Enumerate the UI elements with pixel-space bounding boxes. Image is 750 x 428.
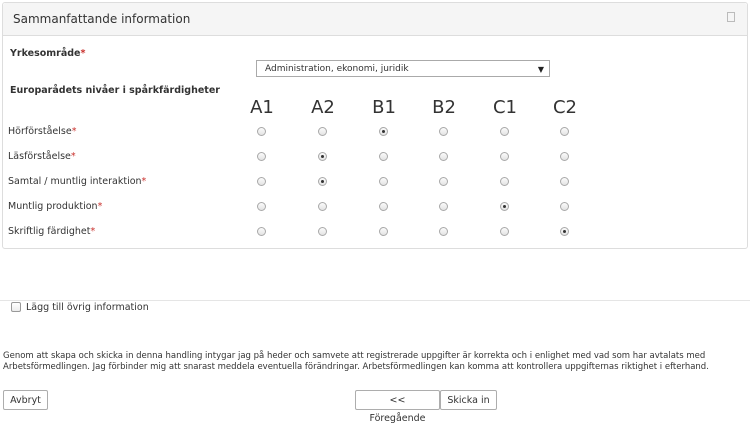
radio-c2[interactable] xyxy=(560,227,569,236)
occupation-label: Yrkesområde* xyxy=(10,48,85,59)
radio-b1[interactable] xyxy=(379,202,388,211)
radio-b2[interactable] xyxy=(439,152,448,161)
required-mark: * xyxy=(141,176,147,187)
language-section-label: Europarådets nivåer i spårkfärdigheter xyxy=(10,85,220,96)
level-header-c1: C1 xyxy=(492,97,518,118)
skill-row-label-text: Läsförståelse xyxy=(8,151,71,162)
skill-row-label-text: Samtal / muntlig interaktion xyxy=(8,176,142,187)
radio-c1[interactable] xyxy=(500,202,509,211)
collapse-icon[interactable] xyxy=(727,12,735,22)
radio-a2[interactable] xyxy=(318,127,327,136)
required-mark: * xyxy=(70,151,76,162)
cancel-button[interactable]: Avbryt xyxy=(3,390,48,410)
radio-c2[interactable] xyxy=(560,127,569,136)
extra-info-checkbox[interactable] xyxy=(11,302,21,312)
skill-row-label: Hörförståelse* xyxy=(8,126,76,137)
level-header-a1: A1 xyxy=(250,97,274,118)
skill-row-label: Muntlig produktion* xyxy=(8,201,102,212)
required-mark: * xyxy=(80,48,86,59)
radio-b2[interactable] xyxy=(439,227,448,236)
radio-c1[interactable] xyxy=(500,177,509,186)
radio-b1[interactable] xyxy=(379,177,388,186)
level-header-a2: A2 xyxy=(311,97,335,118)
radio-c1[interactable] xyxy=(500,152,509,161)
radio-b1[interactable] xyxy=(379,127,388,136)
occupation-label-text: Yrkesområde xyxy=(10,48,81,59)
radio-b1[interactable] xyxy=(379,152,388,161)
radio-c2[interactable] xyxy=(560,177,569,186)
required-mark: * xyxy=(97,201,103,212)
radio-b2[interactable] xyxy=(439,177,448,186)
panel-heading: Sammanfattande information xyxy=(3,3,747,36)
radio-b2[interactable] xyxy=(439,127,448,136)
previous-button[interactable]: << Föregående xyxy=(355,390,440,424)
level-header-b1: B1 xyxy=(372,97,396,118)
skill-row-label: Läsförståelse* xyxy=(8,151,76,162)
occupation-select-value: Administration, ekonomi, juridik xyxy=(265,64,409,74)
radio-c1[interactable] xyxy=(500,227,509,236)
radio-a1[interactable] xyxy=(257,227,266,236)
level-header-b2: B2 xyxy=(432,97,456,118)
disclaimer-text: Genom att skapa och skicka in denna hand… xyxy=(3,351,709,372)
skill-row-label-text: Muntlig produktion xyxy=(8,201,98,212)
dropdown-arrow-icon: ▼ xyxy=(537,65,544,74)
required-mark: * xyxy=(71,126,77,137)
radio-a1[interactable] xyxy=(257,202,266,211)
radio-c1[interactable] xyxy=(500,127,509,136)
radio-a2[interactable] xyxy=(318,152,327,161)
summary-panel: Sammanfattande information xyxy=(2,2,748,249)
radio-a1[interactable] xyxy=(257,152,266,161)
skill-row-label-text: Hörförståelse xyxy=(8,126,72,137)
extra-info-label: Lägg till övrig information xyxy=(26,302,149,313)
radio-b2[interactable] xyxy=(439,202,448,211)
radio-a1[interactable] xyxy=(257,127,266,136)
required-mark: * xyxy=(90,226,96,237)
radio-a2[interactable] xyxy=(318,227,327,236)
submit-button[interactable]: Skicka in xyxy=(440,390,497,410)
level-header-c2: C2 xyxy=(552,97,578,118)
radio-c2[interactable] xyxy=(560,202,569,211)
radio-a1[interactable] xyxy=(257,177,266,186)
radio-c2[interactable] xyxy=(560,152,569,161)
occupation-select[interactable]: Administration, ekonomi, juridik ▼ xyxy=(256,60,550,77)
divider xyxy=(0,300,750,301)
skill-row-label: Samtal / muntlig interaktion* xyxy=(8,176,146,187)
panel-title: Sammanfattande information xyxy=(13,12,191,26)
radio-a2[interactable] xyxy=(318,177,327,186)
skill-row-label: Skriftlig färdighet* xyxy=(8,226,95,237)
radio-b1[interactable] xyxy=(379,227,388,236)
radio-a2[interactable] xyxy=(318,202,327,211)
skill-row-label-text: Skriftlig färdighet xyxy=(8,226,91,237)
